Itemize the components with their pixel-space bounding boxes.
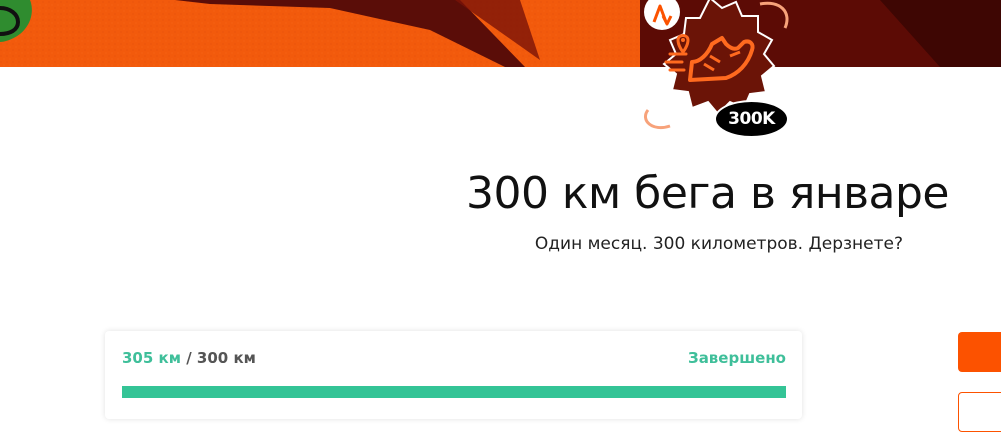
banner-artwork — [0, 0, 1001, 67]
strava-logo-icon — [644, 0, 680, 30]
progress-bar — [122, 386, 786, 398]
badge-distance-label: 300K — [714, 100, 789, 138]
status-badge: Завершено — [688, 349, 786, 367]
progress-bar-fill — [122, 386, 786, 398]
progress-current: 305 км — [122, 349, 181, 367]
hero-banner — [0, 0, 1001, 67]
progress-goal: 300 км — [196, 349, 256, 367]
challenge-title: 300 км бега в январе — [465, 168, 950, 219]
challenge-page: 300K 300 км бега в январе Один месяц. 30… — [0, 0, 1001, 439]
badge-seal — [662, 0, 776, 116]
primary-action-button[interactable] — [958, 332, 1001, 372]
progress-summary: 305 км / 300 км — [122, 349, 256, 367]
progress-separator: / — [180, 349, 197, 367]
challenge-subtitle: Один месяц. 300 километров. Дерзнете? — [534, 234, 903, 254]
progress-card: 305 км / 300 км Завершено — [105, 331, 802, 419]
shoe-outline-decoration — [759, 1, 789, 29]
secondary-action-button[interactable] — [958, 392, 1001, 432]
